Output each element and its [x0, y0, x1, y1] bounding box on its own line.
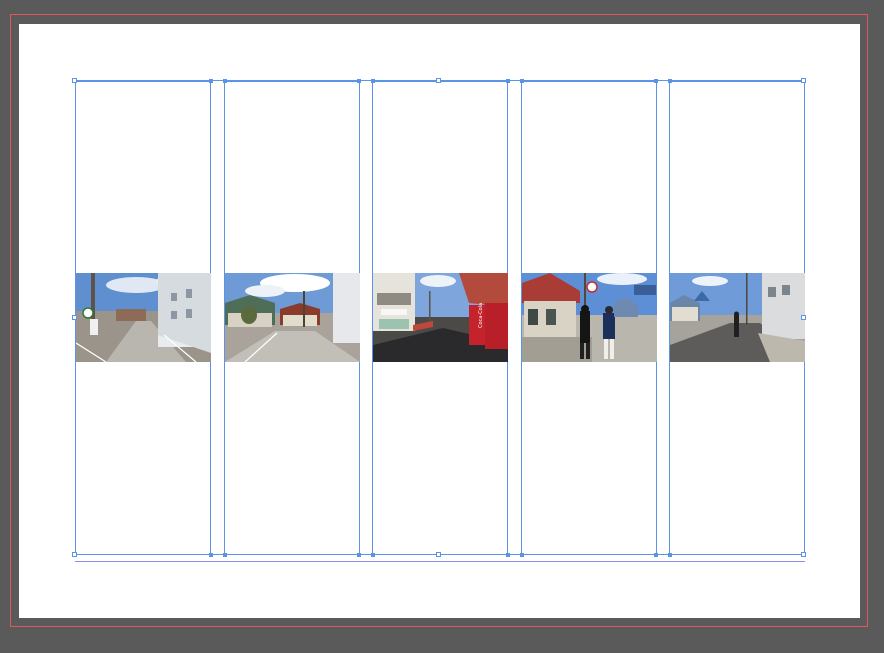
frame-2-anchor-top[interactable]	[223, 79, 227, 83]
frame-3-anchor-bottom-right[interactable]	[506, 553, 510, 557]
handle-top-middle[interactable]	[436, 78, 441, 83]
frame-4-anchor-bottom-right[interactable]	[654, 553, 658, 557]
frame-5-anchor-bottom[interactable]	[668, 553, 672, 557]
photo-5[interactable]	[670, 273, 805, 362]
frame-2-anchor-bottom-right[interactable]	[357, 553, 361, 557]
photo-4[interactable]	[522, 273, 657, 362]
handle-middle-left[interactable]	[72, 315, 77, 320]
handle-bottom-middle[interactable]	[436, 552, 441, 557]
photo-2[interactable]	[225, 273, 360, 362]
handle-middle-right[interactable]	[801, 315, 806, 320]
handle-bottom-right[interactable]	[801, 552, 806, 557]
photo-3[interactable]: Coca-Cola	[373, 273, 508, 362]
frame-1-anchor-bottom[interactable]	[209, 553, 213, 557]
frame-4-anchor-top[interactable]	[520, 79, 524, 83]
frame-2-anchor-top-right[interactable]	[357, 79, 361, 83]
frame-4-anchor-bottom[interactable]	[520, 553, 524, 557]
frame-3-anchor-bottom[interactable]	[371, 553, 375, 557]
vending-machine-label: Coca-Cola	[478, 303, 484, 328]
frame-3-anchor-top[interactable]	[371, 79, 375, 83]
photo-1[interactable]	[76, 273, 211, 362]
handle-bottom-left[interactable]	[72, 552, 77, 557]
handle-top-right[interactable]	[801, 78, 806, 83]
frame-4-anchor-top-right[interactable]	[654, 79, 658, 83]
frame-5-anchor-top[interactable]	[668, 79, 672, 83]
group-bottom-guide	[75, 561, 805, 562]
frame-2-anchor-bottom[interactable]	[223, 553, 227, 557]
frame-3-anchor-top-right[interactable]	[506, 79, 510, 83]
handle-top-left[interactable]	[72, 78, 77, 83]
frame-1-anchor-top[interactable]	[209, 79, 213, 83]
